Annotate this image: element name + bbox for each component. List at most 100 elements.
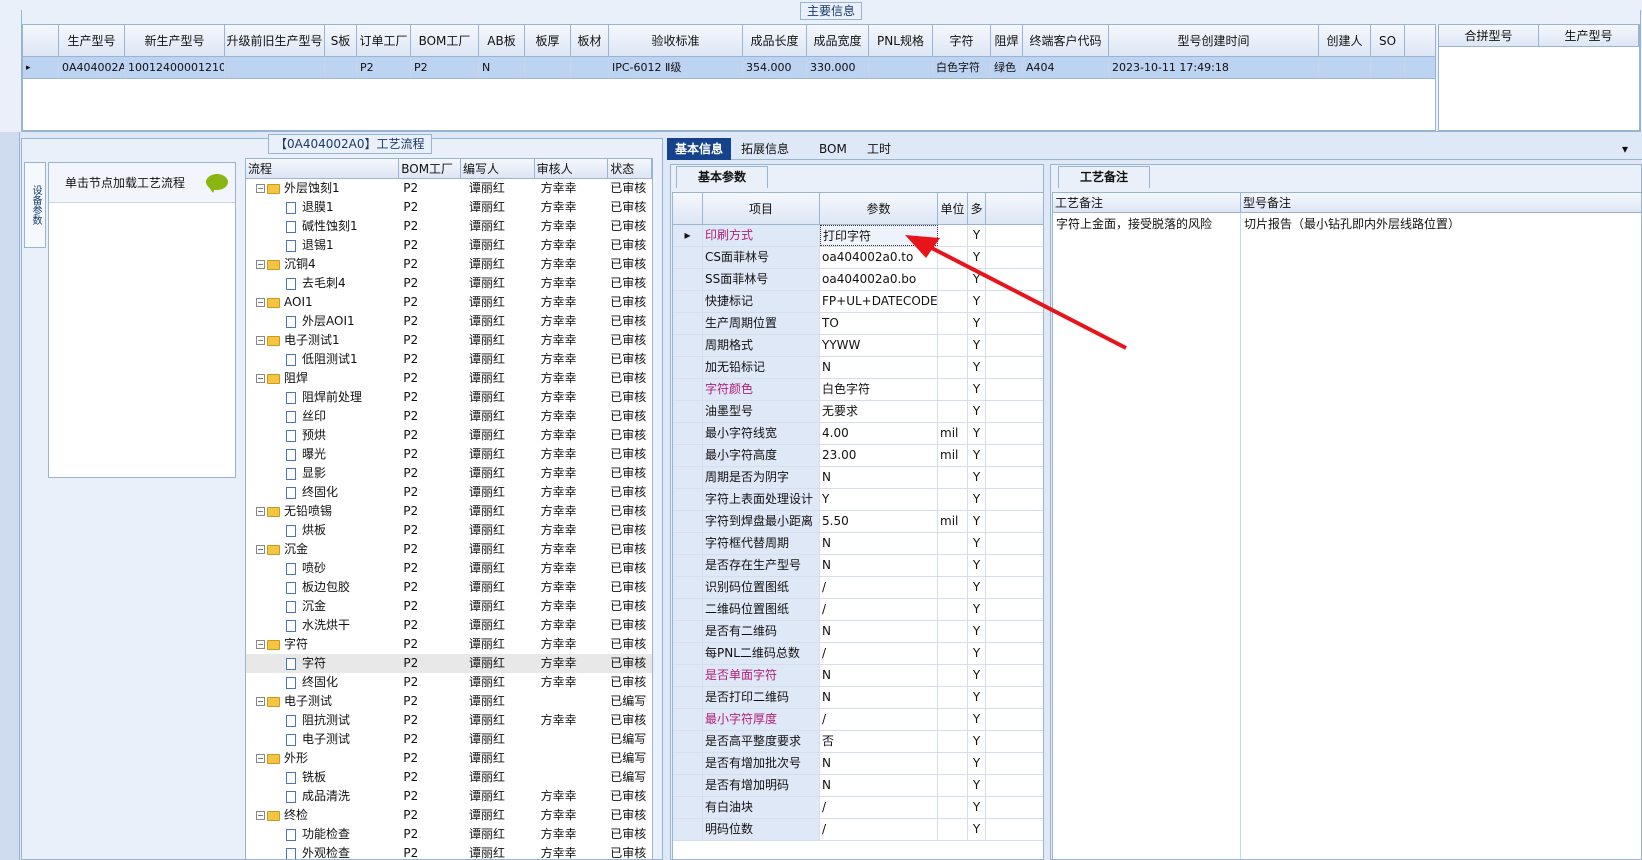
cell-13[interactable]: 白色字符 — [933, 57, 991, 78]
table-row[interactable]: 退锡1 P2 谭丽红 方幸幸 已审核 — [246, 236, 652, 255]
table-row[interactable]: 外观检查 P2 谭丽红 方幸幸 已审核 — [246, 844, 652, 859]
param-row[interactable]: 字符框代替周期 N Y — [673, 533, 1043, 555]
cell-3[interactable] — [325, 57, 357, 78]
tree-node[interactable]: − 外形 — [246, 749, 399, 768]
tree-node[interactable]: 去毛刺4 — [246, 274, 399, 293]
tree-node[interactable]: 烘板 — [246, 521, 399, 540]
cell-18[interactable] — [1371, 57, 1405, 78]
param-row[interactable]: 是否打印二维码 N Y — [673, 687, 1043, 709]
table-row[interactable]: 显影 P2 谭丽红 方幸幸 已审核 — [246, 464, 652, 483]
param-value[interactable]: / — [820, 819, 938, 840]
table-row[interactable]: 外层AOI1 P2 谭丽红 方幸幸 已审核 — [246, 312, 652, 331]
dropdown-arrow-icon[interactable]: ▾ — [1614, 138, 1636, 160]
column-header-7[interactable]: 板厚 — [525, 25, 571, 56]
table-row[interactable]: 终固化 P2 谭丽红 方幸幸 已审核 — [246, 673, 652, 692]
param-value[interactable]: FP+UL+DATECODE — [820, 291, 938, 312]
cell-15[interactable]: A404 — [1023, 57, 1109, 78]
tree-node[interactable]: 阻抗测试 — [246, 711, 399, 730]
table-row[interactable]: 低阻测试1 P2 谭丽红 方幸幸 已审核 — [246, 350, 652, 369]
param-row[interactable]: 加无铅标记 N Y — [673, 357, 1043, 379]
param-row[interactable]: 是否存在生产型号 N Y — [673, 555, 1043, 577]
param-row[interactable]: 明码位数 / Y — [673, 819, 1043, 841]
param-row[interactable]: 周期是否为阴字 N Y — [673, 467, 1043, 489]
collapse-icon[interactable]: − — [256, 507, 265, 516]
param-row[interactable]: 是否有二维码 N Y — [673, 621, 1043, 643]
table-row[interactable]: 去毛刺4 P2 谭丽红 方幸幸 已审核 — [246, 274, 652, 293]
param-row[interactable]: 是否高平整度要求否 Y — [673, 731, 1043, 753]
cell-11[interactable]: 330.000 — [807, 57, 869, 78]
param-row[interactable]: 字符颜色 白色字符 Y — [673, 379, 1043, 401]
tree-node[interactable]: 预烘 — [246, 426, 399, 445]
table-row[interactable]: − 字符 P2 谭丽红 方幸幸 已审核 — [246, 635, 652, 654]
collapse-icon[interactable]: − — [256, 811, 265, 820]
tree-node[interactable]: 碱性蚀刻1 — [246, 217, 399, 236]
table-row[interactable]: 电子测试 P2 谭丽红 已编写 — [246, 730, 652, 749]
tree-header-2[interactable]: 编写人 — [461, 159, 535, 178]
param-row[interactable]: CS面菲林号 oa404002a0.to Y — [673, 247, 1043, 269]
param-row[interactable]: 每PNL二维码总数 / Y — [673, 643, 1043, 665]
param-value[interactable]: N — [820, 533, 938, 554]
table-row[interactable]: 烘板 P2 谭丽红 方幸幸 已审核 — [246, 521, 652, 540]
param-value[interactable]: 白色字符 — [820, 379, 938, 400]
tree-header-1[interactable]: BOM工厂 — [399, 159, 461, 178]
tree-node[interactable]: 显影 — [246, 464, 399, 483]
tree-node[interactable]: 沉金 — [246, 597, 399, 616]
tree-node[interactable]: 阻焊前处理 — [246, 388, 399, 407]
param-row[interactable]: 字符到焊盘最小距离 5.50 mil Y — [673, 511, 1043, 533]
column-header-3[interactable]: S板 — [325, 25, 357, 56]
table-row[interactable]: − 沉铜4 P2 谭丽红 方幸幸 已审核 — [246, 255, 652, 274]
tree-node[interactable]: 丝印 — [246, 407, 399, 426]
column-header-14[interactable]: 阻焊 — [991, 25, 1023, 56]
param-value[interactable]: oa404002a0.to — [820, 247, 938, 268]
param-row[interactable]: SS面菲林号 oa404002a0.bo Y — [673, 269, 1043, 291]
tree-node[interactable]: 字符 — [246, 654, 399, 673]
param-value[interactable]: 无要求 — [820, 401, 938, 422]
tree-node[interactable]: − 终检 — [246, 806, 399, 825]
param-value[interactable]: N — [820, 775, 938, 796]
param-value[interactable]: YYWW — [820, 335, 938, 356]
column-header-17[interactable]: 创建人 — [1319, 25, 1371, 56]
table-row[interactable]: − 无铅喷锡 P2 谭丽红 方幸幸 已审核 — [246, 502, 652, 521]
tree-node[interactable]: − 无铅喷锡 — [246, 502, 399, 521]
param-value[interactable]: N — [820, 665, 938, 686]
table-row[interactable]: 终固化 P2 谭丽红 方幸幸 已审核 — [246, 483, 652, 502]
tab-3[interactable]: 工时 — [859, 138, 899, 160]
cell-4[interactable]: P2 — [357, 57, 411, 78]
cell-17[interactable] — [1319, 57, 1371, 78]
tree-node[interactable]: 外观检查 — [246, 844, 399, 859]
cell-6[interactable]: N — [479, 57, 525, 78]
tree-node[interactable]: 喷砂 — [246, 559, 399, 578]
param-row[interactable]: 最小字符高度 23.00 mil Y — [673, 445, 1043, 467]
merge-header-0[interactable]: 合拼型号 — [1439, 25, 1539, 46]
param-value[interactable]: / — [820, 599, 938, 620]
tree-node[interactable]: − 沉铜4 — [246, 255, 399, 274]
process-tree[interactable]: 流程 BOM工厂 编写人 审核人 状态 − 外层蚀刻1 P2 谭丽红 方幸幸 已审核 退膜1 P2 谭丽… — [245, 158, 653, 860]
param-row[interactable]: 二维码位置图纸 / Y — [673, 599, 1043, 621]
tree-node[interactable]: − 电子测试 — [246, 692, 399, 711]
main-info-grid[interactable]: 生产型号 新生产型号 升级前旧生产型号 S板 订单工厂 BOM工厂 AB板 板厚 板材 验收标准成… — [22, 24, 1436, 131]
tree-node[interactable]: 铣板 — [246, 768, 399, 787]
equipment-params-tab[interactable]: 设备参数 — [24, 162, 46, 248]
tree-node[interactable]: 水洗烘干 — [246, 616, 399, 635]
table-row[interactable]: − 外形 P2 谭丽红 已编写 — [246, 749, 652, 768]
params-header-2[interactable]: 单位 — [938, 193, 968, 224]
tree-node[interactable]: 曝光 — [246, 445, 399, 464]
table-row[interactable]: 退膜1 P2 谭丽红 方幸幸 已审核 — [246, 198, 652, 217]
merge-header-1[interactable]: 生产型号 — [1539, 25, 1639, 46]
tree-node[interactable]: 低阻测试1 — [246, 350, 399, 369]
column-header-1[interactable]: 新生产型号 — [125, 25, 225, 56]
cell-12[interactable] — [869, 57, 933, 78]
process-note-text[interactable]: 字符上金面，接受脱落的风险 — [1053, 213, 1241, 859]
cell-16[interactable]: 2023-10-11 17:49:18 — [1109, 57, 1319, 78]
cell-7[interactable] — [525, 57, 571, 78]
param-row[interactable]: 最小字符线宽 4.00 mil Y — [673, 423, 1043, 445]
table-row[interactable]: 喷砂 P2 谭丽红 方幸幸 已审核 — [246, 559, 652, 578]
param-row[interactable]: 油墨型号 无要求 Y — [673, 401, 1043, 423]
param-value[interactable]: / — [820, 577, 938, 598]
column-header-13[interactable]: 字符 — [933, 25, 991, 56]
collapse-icon[interactable]: − — [256, 697, 265, 706]
column-header-16[interactable]: 型号创建时间 — [1109, 25, 1319, 56]
table-row[interactable]: 成品清洗 P2 谭丽红 方幸幸 已审核 — [246, 787, 652, 806]
table-row[interactable]: 预烘 P2 谭丽红 方幸幸 已审核 — [246, 426, 652, 445]
tree-node[interactable]: − 外层蚀刻1 — [246, 179, 399, 198]
